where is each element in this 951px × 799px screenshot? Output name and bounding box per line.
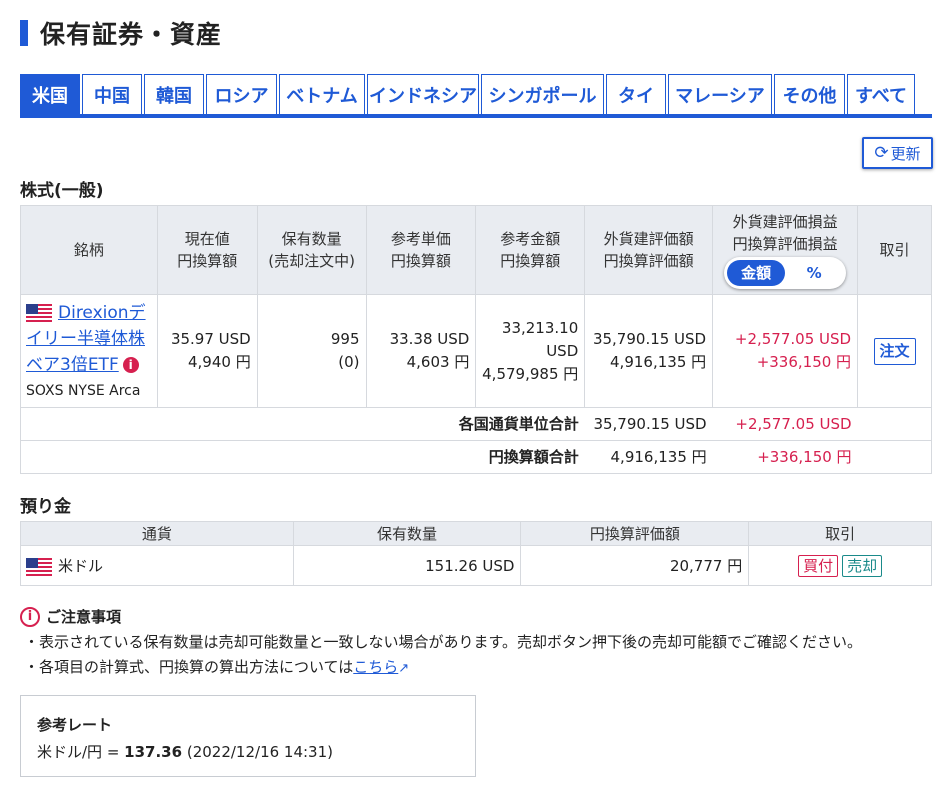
deposit-header: 通貨 保有数量 円換算評価額 取引 — [20, 521, 932, 546]
total-jpy-val: 4,916,135 円 — [584, 440, 713, 474]
deposit-table: 通貨 保有数量 円換算評価額 取引 米ドル 151.26 USD 20,777 … — [20, 521, 932, 586]
header-profit-loss: 外貨建評価損益 円換算評価損益 金額 % — [712, 205, 859, 295]
tab-all[interactable]: すべて — [847, 74, 915, 114]
notes-header: i ご注意事項 — [20, 606, 932, 627]
reference-rate-box: 参考レート 米ドル/円 = 137.36 (2022/12/16 14:31) — [20, 695, 476, 777]
title-accent-bar — [20, 20, 28, 46]
unit-cell: 33.38 USD 4,603 円 — [365, 294, 477, 408]
profit-loss-cell: +2,577.05 USD +336,150 円 — [712, 294, 859, 408]
header-qty: 保有数量 (売却注文中) — [256, 205, 367, 295]
tab-indonesia[interactable]: インドネシア — [367, 74, 479, 114]
order-button[interactable]: 注文 — [873, 337, 916, 365]
sell-button[interactable]: 売却 — [842, 554, 883, 577]
rate-timestamp: (2022/12/16 14:31) — [186, 743, 333, 761]
header-price: 現在値 円換算額 — [156, 205, 258, 295]
stock-name-cell: Direxionデイリー半導体株ベア3倍ETF i SOXS NYSE Arca — [20, 294, 158, 408]
stock-table-header: 銘柄 現在値 円換算額 保有数量 (売却注文中) 参考単価 円換算額 参考金額 円換算額… — [20, 205, 932, 295]
calculation-info-link[interactable]: こちら — [353, 658, 398, 676]
us-flag-icon — [26, 557, 52, 576]
us-flag-icon — [26, 304, 52, 322]
rate-title: 参考レート — [37, 716, 113, 734]
total-currency-val: 35,790.15 USD — [584, 407, 713, 441]
tab-china[interactable]: 中国 — [82, 74, 142, 114]
ticker-market: SOXS NYSE Arca — [26, 382, 141, 399]
external-link-icon: ↗ — [398, 661, 410, 676]
tab-other[interactable]: その他 — [774, 74, 845, 114]
note-line-1: ・表示されている保有数量は売却可能数量と一致しない場合があります。売却ボタン押下… — [24, 633, 863, 651]
tab-singapore[interactable]: シンガポール — [481, 74, 604, 114]
header-name: 銘柄 — [20, 205, 158, 295]
note-line-2: ・各項目の計算式、円換算の算出方法についてはこちら↗ — [24, 658, 410, 676]
refresh-label: 更新 — [890, 144, 921, 163]
deposit-section-title: 預り金 — [20, 497, 71, 517]
header-amount: 参考金額 円換算額 — [475, 205, 586, 295]
trade-cell: 注文 — [857, 294, 932, 408]
info-icon[interactable]: i — [122, 357, 139, 373]
deposit-qty: 151.26 USD — [292, 545, 522, 586]
toggle-amount[interactable]: 金額 — [727, 260, 786, 286]
total-jpy-pl: +336,150 円 — [712, 440, 858, 474]
qty-cell: 995 (0) — [256, 294, 367, 408]
tab-korea[interactable]: 韓国 — [144, 74, 204, 114]
header-valuation: 外貨建評価額 円換算評価額 — [584, 205, 714, 295]
notes-title: ご注意事項 — [46, 608, 122, 626]
deposit-trade-cell: 買付 売却 — [748, 545, 932, 586]
rate-value-line: 米ドル/円 = 137.36 (2022/12/16 14:31) — [37, 743, 333, 761]
tab-us[interactable]: 米国 — [20, 74, 80, 114]
toggle-percent[interactable]: % — [785, 260, 843, 286]
table-row: 米ドル 151.26 USD 20,777 円 買付 売却 — [20, 545, 932, 586]
tab-thailand[interactable]: タイ — [606, 74, 666, 114]
page-title: 保有証券・資産 — [40, 20, 223, 49]
country-tabs: 米国 中国 韓国 ロシア ベトナム インドネシア シンガポール タイ マレーシア… — [20, 74, 932, 118]
deposit-currency: 米ドル — [58, 557, 104, 575]
total-jpy-label: 円換算額合計 — [19, 440, 585, 474]
header-deposit-trade: 取引 — [748, 521, 932, 546]
buy-button[interactable]: 買付 — [798, 554, 839, 577]
tab-russia[interactable]: ロシア — [206, 74, 277, 114]
refresh-button[interactable]: ⟳ 更新 — [862, 137, 933, 169]
price-cell: 35.97 USD 4,940 円 — [156, 294, 258, 408]
total-currency-pl: +2,577.05 USD — [712, 407, 858, 441]
total-row-jpy: 円換算額合計 4,916,135 円 +336,150 円 — [19, 440, 932, 474]
deposit-currency-cell: 米ドル — [20, 545, 294, 586]
header-trade: 取引 — [857, 205, 932, 295]
alert-icon: i — [20, 606, 40, 627]
tab-vietnam[interactable]: ベトナム — [279, 74, 365, 114]
amount-cell: 33,213.10 USD 4,579,985 円 — [475, 294, 586, 408]
page-title-block: 保有証券・資産 — [20, 16, 222, 50]
deposit-jpy: 20,777 円 — [520, 545, 750, 586]
total-row-currency: 各国通貨単位合計 35,790.15 USD +2,577.05 USD — [19, 407, 932, 441]
refresh-icon: ⟳ — [874, 143, 889, 163]
tab-malaysia[interactable]: マレーシア — [668, 74, 772, 114]
header-deposit-qty: 保有数量 — [292, 521, 522, 546]
header-deposit-jpy: 円換算評価額 — [520, 521, 750, 546]
notes-section: i ご注意事項 ・表示されている保有数量は売却可能数量と一致しない場合があります… — [20, 606, 932, 677]
valuation-cell: 35,790.15 USD 4,916,135 円 — [584, 294, 714, 408]
stock-table: 銘柄 現在値 円換算額 保有数量 (売却注文中) 参考単価 円換算額 参考金額 円換算額… — [19, 205, 932, 474]
total-currency-label: 各国通貨単位合計 — [19, 407, 585, 441]
table-row: Direxionデイリー半導体株ベア3倍ETF i SOXS NYSE Arca … — [20, 294, 932, 408]
stock-section-title: 株式(一般) — [20, 181, 104, 201]
header-currency: 通貨 — [20, 521, 294, 546]
rate-value: 137.36 — [124, 743, 183, 761]
header-unit: 参考単価 円換算額 — [365, 205, 477, 295]
amount-percent-toggle: 金額 % — [724, 257, 847, 289]
